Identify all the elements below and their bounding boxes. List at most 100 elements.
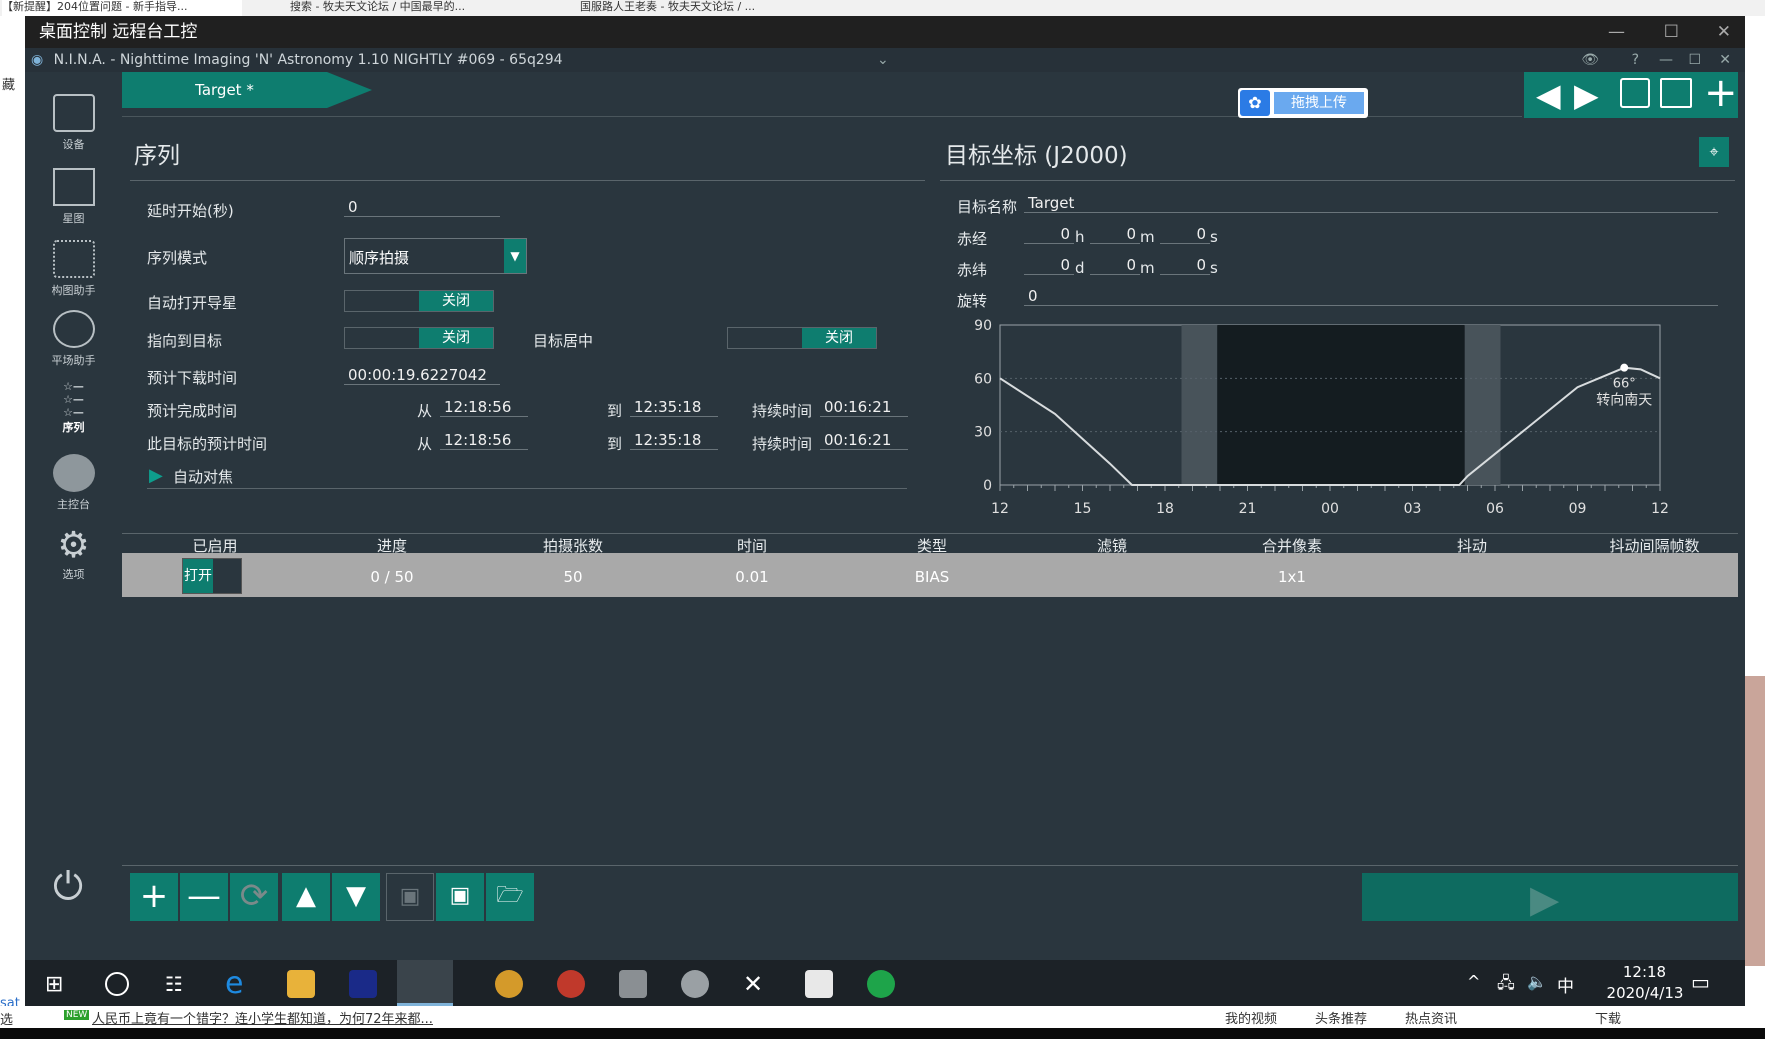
- bottom-link[interactable]: 热点资讯: [1405, 1008, 1457, 1027]
- night-band: [1217, 325, 1465, 485]
- center-toggle[interactable]: 关闭: [727, 327, 877, 349]
- move-up-icon[interactable]: ▲: [282, 873, 330, 921]
- maximize-icon[interactable]: ☐: [1664, 16, 1679, 48]
- sidebar-item-label: 平场助手: [51, 354, 96, 367]
- ra-hours-input[interactable]: 0: [1024, 225, 1074, 244]
- toggle-state: 关闭: [802, 328, 876, 348]
- close-icon[interactable]: ✕: [1719, 48, 1731, 72]
- sidebar: 设备 星图 构图助手 平场助手 ☆— ☆— ☆— 序列 主控台 ⚙ 选项 ⏻: [25, 72, 122, 960]
- app-icon[interactable]: [349, 970, 377, 998]
- remove-row-icon[interactable]: —: [180, 873, 228, 921]
- stellarium-icon[interactable]: [495, 970, 523, 998]
- clock-time[interactable]: 12:18: [1607, 963, 1682, 981]
- bottom-link[interactable]: 头条推荐: [1315, 1008, 1367, 1027]
- browser-tab[interactable]: 搜索 - 牧夫天文论坛 / 中国最早的...: [290, 0, 570, 16]
- mode-select[interactable]: 顺序拍摄 ▼: [344, 238, 527, 274]
- duration-label: 持续时间: [752, 402, 813, 420]
- ime-indicator[interactable]: 中: [1557, 972, 1574, 997]
- open-folder-icon[interactable]: [1660, 78, 1692, 108]
- help-icon[interactable]: ?: [1632, 48, 1639, 72]
- dec-minutes-input[interactable]: 0: [1090, 256, 1140, 275]
- rotation-input[interactable]: 0: [1024, 287, 1718, 306]
- sidebar-item-skymap[interactable]: 星图: [25, 168, 122, 226]
- browser-side-text: 选: [0, 1013, 14, 1028]
- clock-date[interactable]: 2020/4/13: [1595, 984, 1695, 1002]
- cell-type[interactable]: BIAS: [892, 568, 972, 586]
- cell-count[interactable]: 50: [533, 568, 613, 586]
- divider: [122, 865, 1738, 866]
- next-target-icon[interactable]: ▶: [1574, 76, 1599, 114]
- start-sequence-button[interactable]: ▶: [1362, 873, 1738, 921]
- ra-minutes-input[interactable]: 0: [1090, 225, 1140, 244]
- browser-tab[interactable]: 国服路人王老奏 - 牧夫天文论坛 / ...: [580, 0, 860, 16]
- upload-button[interactable]: ✿ 拖拽上传: [1238, 88, 1368, 118]
- add-row-icon[interactable]: +: [130, 873, 178, 921]
- tab-label: Target *: [195, 81, 254, 99]
- taskview-icon[interactable]: ☷: [165, 972, 183, 996]
- notification-icon[interactable]: ▭: [1691, 970, 1710, 994]
- nina-icon[interactable]: [397, 960, 453, 1006]
- network-icon[interactable]: 🖧: [1497, 972, 1515, 999]
- add-icon[interactable]: +: [1704, 70, 1738, 116]
- sidebar-item-label: 构图助手: [51, 284, 96, 297]
- sidebar-item-flat-wizard[interactable]: 平场助手: [25, 310, 122, 368]
- autoguide-toggle[interactable]: 关闭: [344, 290, 494, 312]
- x-icon[interactable]: ✕: [743, 970, 771, 998]
- unit-label: d: [1075, 259, 1085, 277]
- start-icon[interactable]: ⊞: [45, 972, 63, 997]
- toggle-state: 关闭: [419, 291, 493, 311]
- edge-icon[interactable]: e: [225, 969, 253, 999]
- save-icon[interactable]: [1620, 78, 1650, 108]
- x-tick-label: 09: [1569, 501, 1587, 517]
- save-as-icon[interactable]: ▣: [436, 873, 484, 921]
- search-icon[interactable]: [105, 972, 129, 996]
- close-icon[interactable]: ✕: [1717, 16, 1731, 48]
- minimize-icon[interactable]: —: [1659, 48, 1673, 72]
- sidebar-item-framing[interactable]: 构图助手: [25, 240, 122, 298]
- eye-icon[interactable]: 👁: [1581, 48, 1599, 72]
- maximize-icon[interactable]: ☐: [1688, 48, 1701, 72]
- target-name-input[interactable]: Target: [1024, 194, 1718, 213]
- target-title: 目标坐标 (J2000): [945, 143, 1128, 169]
- volume-icon[interactable]: 🔈: [1527, 972, 1547, 991]
- sidebar-item-equipment[interactable]: 设备: [25, 94, 122, 152]
- cloud-icon: ✿: [1240, 90, 1270, 116]
- sidebar-item-sequence[interactable]: ☆— ☆— ☆— 序列: [25, 380, 122, 435]
- chevron-down-icon[interactable]: ⌄: [877, 48, 889, 72]
- cell-time[interactable]: 0.01: [712, 568, 792, 586]
- load-sequence-icon[interactable]: 🗁: [486, 873, 534, 921]
- reset-icon[interactable]: ⟳: [230, 873, 278, 921]
- ra-seconds-input[interactable]: 0: [1160, 225, 1210, 244]
- upload-label: 拖拽上传: [1274, 92, 1364, 114]
- sidebar-item-options[interactable]: ⚙ 选项: [25, 526, 122, 582]
- app2-icon[interactable]: [557, 970, 585, 998]
- bottom-link[interactable]: 我的视频: [1225, 1008, 1277, 1027]
- locate-button[interactable]: ⌖: [1699, 137, 1729, 167]
- move-down-icon[interactable]: ▼: [332, 873, 380, 921]
- delay-input[interactable]: 0: [344, 198, 500, 217]
- slew-toggle[interactable]: 关闭: [344, 327, 494, 349]
- power-icon[interactable]: ⏻: [53, 864, 83, 909]
- tab-target[interactable]: Target *: [122, 72, 327, 108]
- sidebar-item-imaging[interactable]: 主控台: [25, 454, 122, 512]
- autofocus-expander[interactable]: ▶ 自动对焦: [147, 464, 907, 489]
- explorer-icon[interactable]: [287, 970, 315, 998]
- bottom-link[interactable]: 下载: [1595, 1008, 1621, 1027]
- window-icon[interactable]: [805, 970, 833, 998]
- save-sequence-icon[interactable]: ▣: [386, 873, 434, 921]
- dec-degrees-input[interactable]: 0: [1024, 256, 1074, 275]
- minimize-icon[interactable]: —: [1608, 16, 1625, 48]
- app4-icon[interactable]: [681, 970, 709, 998]
- chevron-down-icon[interactable]: ▼: [504, 239, 526, 273]
- app3-icon[interactable]: [619, 970, 647, 998]
- mode-select-value: 顺序拍摄: [349, 249, 410, 267]
- browser-tab[interactable]: 【新提醒】204位置问题 - 新手指导...: [2, 0, 242, 16]
- phd-icon[interactable]: [867, 970, 895, 998]
- sidebar-item-label: 序列: [62, 421, 85, 434]
- cell-binning[interactable]: 1x1: [1252, 568, 1332, 586]
- enabled-toggle[interactable]: 打开: [182, 558, 242, 594]
- news-link[interactable]: 人民币上竟有一个错字？连小学生都知道，为何72年来都...: [92, 1008, 433, 1027]
- prev-target-icon[interactable]: ◀: [1536, 76, 1561, 114]
- chevron-up-icon[interactable]: ^: [1467, 972, 1480, 991]
- dec-seconds-input[interactable]: 0: [1160, 256, 1210, 275]
